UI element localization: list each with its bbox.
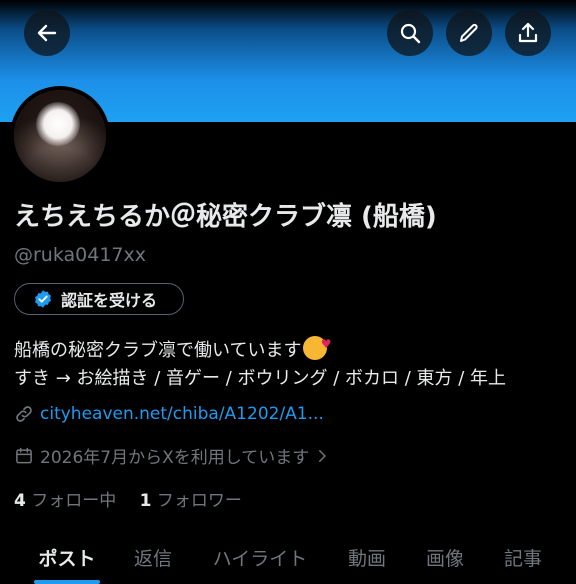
tab-replies[interactable]: 返信 [126, 530, 180, 584]
followers-link[interactable]: 1 フォロワー [140, 491, 242, 511]
get-verified-label: 認証を受ける [61, 291, 158, 310]
search-button[interactable] [387, 10, 433, 56]
back-button[interactable] [24, 10, 70, 56]
following-link[interactable]: 4 フォロー中 [14, 491, 116, 511]
get-verified-button[interactable]: 認証を受ける [14, 283, 184, 315]
bio-line-2: すき → お絵描き / 音ゲー / ボウリング / ボカロ / 東方 / 年上 [14, 368, 507, 389]
calendar-icon [16, 447, 32, 463]
follow-stats: 4 フォロー中 1 フォロワー [14, 486, 242, 511]
profile-link-row[interactable]: cityheaven.net/chiba/A1202/A1... [14, 404, 324, 424]
search-icon [400, 23, 421, 44]
joined-date-row[interactable]: 2026年7月からXを利用しています [14, 443, 337, 468]
tab-videos-label: 動画 [347, 547, 386, 570]
link-icon [16, 406, 32, 422]
tab-replies-label: 返信 [133, 547, 172, 570]
following-label: フォロー中 [31, 491, 117, 511]
tab-articles[interactable]: 記事 [496, 530, 550, 584]
edit-button[interactable] [446, 10, 492, 56]
tab-videos[interactable]: 動画 [340, 530, 394, 584]
pencil-icon [460, 23, 478, 42]
verified-badge-icon [35, 290, 51, 308]
profile-link[interactable]: cityheaven.net/chiba/A1202/A1... [40, 404, 324, 424]
bio-line-1: 船橋の秘密クラブ凛で働いています [14, 340, 302, 361]
chevron-right-icon [319, 449, 326, 462]
tab-highlights[interactable]: ハイライト [205, 530, 315, 584]
user-handle: @ruka0417xx [14, 244, 147, 266]
share-button[interactable] [505, 10, 551, 56]
followers-label: フォロワー [156, 491, 242, 511]
tab-posts-label: ポスト [38, 547, 96, 570]
active-tab-indicator [34, 580, 100, 584]
profile-tabs: ポスト 返信 ハイライト 動画 画像 記事 [0, 530, 576, 584]
tab-photos-label: 画像 [425, 547, 464, 570]
display-name: えちえちるか＠秘密クラブ凛 (船橋) [14, 202, 437, 232]
arrow-left-icon [37, 24, 57, 42]
tab-highlights-label: ハイライト [212, 547, 308, 570]
share-icon [518, 22, 538, 43]
following-count: 4 [14, 491, 26, 511]
followers-count: 1 [139, 491, 152, 511]
tab-articles-label: 記事 [503, 547, 542, 570]
joined-date: 2026年7月からXを利用しています [40, 448, 310, 468]
avatar-photo [14, 90, 106, 182]
tab-posts[interactable]: ポスト [30, 530, 104, 584]
profile-bio: 船橋の秘密クラブ凛で働いています すき → お絵描き / 音ゲー / ボウリング… [14, 330, 507, 393]
avatar[interactable] [10, 86, 110, 186]
tab-photos[interactable]: 画像 [418, 530, 472, 584]
smiling-face-with-hearts-icon [303, 330, 331, 360]
